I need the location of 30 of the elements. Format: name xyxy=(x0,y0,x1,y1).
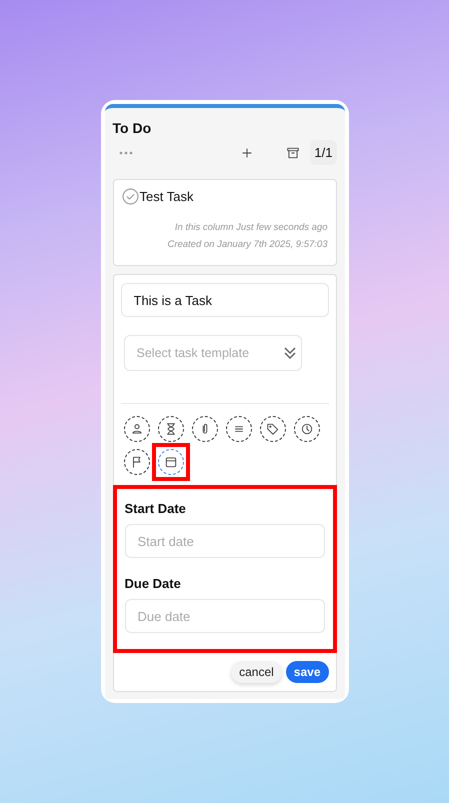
task-meta: In this column Just few seconds ago xyxy=(174,221,328,235)
cancel-button[interactable]: cancel xyxy=(231,661,282,683)
calendar-icon xyxy=(164,455,178,469)
property-button[interactable] xyxy=(124,416,150,442)
person-icon xyxy=(130,422,144,436)
task-name-field[interactable]: This is a Task xyxy=(120,283,328,317)
property-button[interactable] xyxy=(158,416,184,442)
archive-icon[interactable] xyxy=(286,146,300,160)
more-icon[interactable] xyxy=(118,150,132,154)
field-label: Start Date xyxy=(124,501,187,516)
add-icon[interactable] xyxy=(240,146,254,160)
check-circle-icon[interactable] xyxy=(122,188,138,205)
tag-icon xyxy=(266,422,280,436)
save-button[interactable]: save xyxy=(286,661,328,683)
task-meta: Created on January 7th 2025, 9:57:03 xyxy=(166,238,328,252)
column-title: To Do xyxy=(112,120,152,136)
chevron-down-icon xyxy=(282,345,296,361)
field-label: Due Date xyxy=(124,576,182,591)
property-button[interactable] xyxy=(294,416,320,442)
property-button[interactable] xyxy=(226,416,252,442)
property-button[interactable] xyxy=(260,416,286,442)
property-button[interactable] xyxy=(192,416,218,442)
task-card[interactable]: Test Task In this column Just few seconds ago Created on January 7th 2025, 9:57:03 xyxy=(112,179,336,266)
page-count[interactable]: 1/1 xyxy=(310,140,336,165)
task-title: Test Task xyxy=(140,189,194,204)
property-button[interactable] xyxy=(158,449,184,475)
date-field[interactable]: Due date xyxy=(124,599,324,633)
property-button[interactable] xyxy=(124,449,150,475)
clock-icon xyxy=(300,422,314,436)
date-field[interactable]: Start date xyxy=(124,524,324,558)
